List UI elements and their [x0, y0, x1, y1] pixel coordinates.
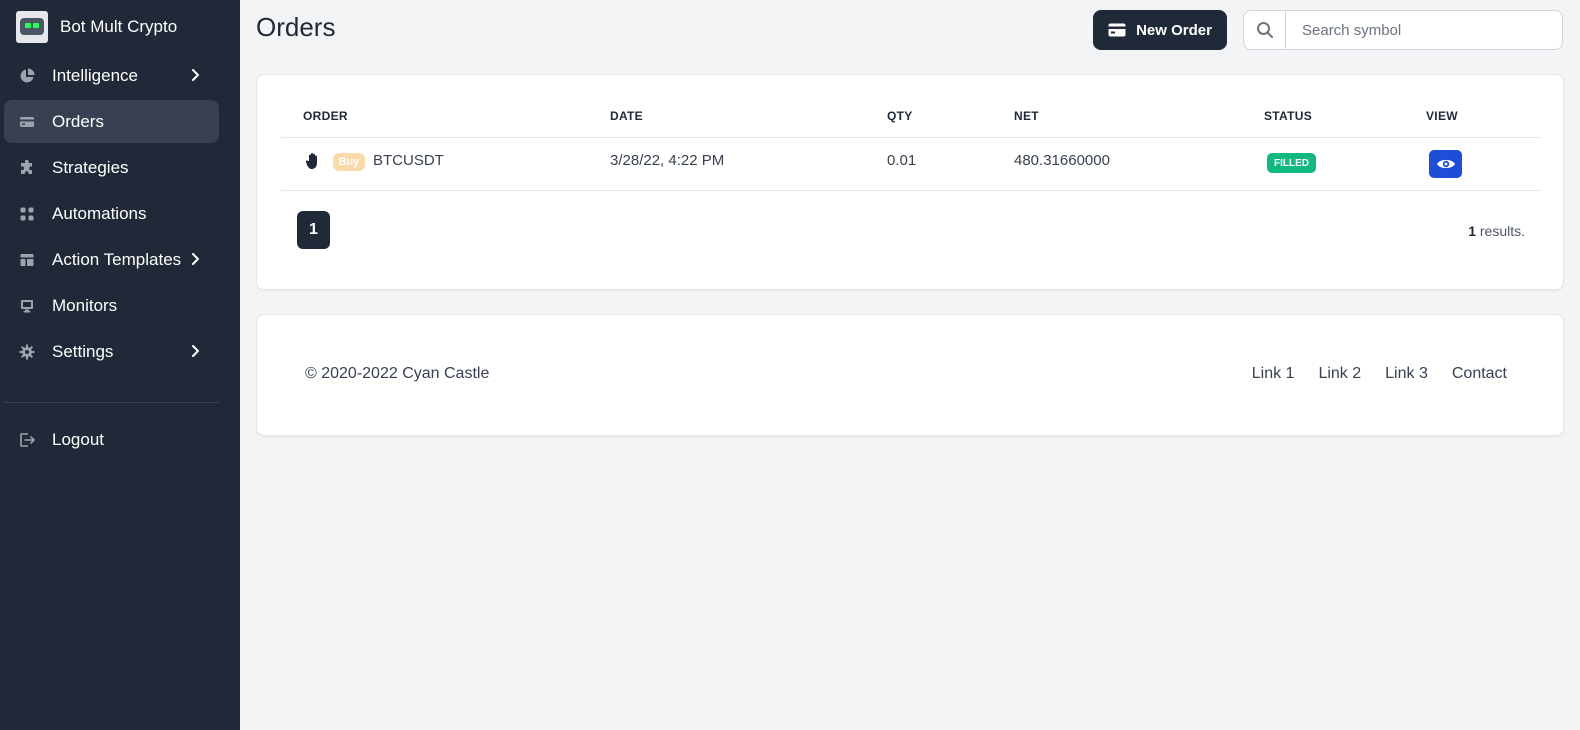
- results-suffix: results.: [1475, 223, 1525, 239]
- pie-chart-icon: [18, 67, 36, 85]
- sidebar-item-logout[interactable]: Logout: [4, 418, 219, 461]
- gear-icon: [18, 343, 36, 361]
- logout-icon: [18, 431, 36, 449]
- app-title: Bot Mult Crypto: [60, 17, 178, 36]
- chevron-right-icon: [187, 67, 203, 83]
- hand-icon: [305, 152, 321, 175]
- column-header-date: DATE: [610, 109, 643, 123]
- chevron-right-icon: [187, 251, 203, 267]
- sidebar-item-label: Intelligence: [52, 65, 139, 85]
- column-header-order: ORDER: [303, 109, 348, 123]
- new-order-label: New Order: [1136, 21, 1212, 39]
- footer-links: Link 1 Link 2 Link 3 Contact: [1228, 365, 1507, 383]
- sidebar-item-label: Action Templates: [52, 249, 182, 269]
- view-order-button[interactable]: [1429, 150, 1462, 178]
- sidebar-item-intelligence[interactable]: Intelligence: [4, 54, 219, 97]
- sidebar-item-strategies[interactable]: Strategies: [4, 146, 219, 189]
- puzzle-icon: [18, 159, 36, 177]
- column-header-status: STATUS: [1264, 109, 1313, 123]
- pagination-page-1[interactable]: 1: [297, 211, 330, 249]
- column-header-net: NET: [1014, 109, 1039, 123]
- footer-link-contact[interactable]: Contact: [1452, 365, 1507, 383]
- side-badge: Buy: [333, 153, 365, 171]
- sidebar-divider: [4, 402, 219, 403]
- column-header-qty: QTY: [887, 109, 913, 123]
- status-badge: FILLED: [1267, 153, 1316, 173]
- sidebar-item-orders[interactable]: Orders: [4, 100, 219, 143]
- footer-card: © 2020-2022 Cyan Castle Link 1 Link 2 Li…: [256, 314, 1564, 436]
- sidebar-item-label: Automations: [52, 203, 147, 223]
- brand[interactable]: Bot Mult Crypto: [16, 10, 177, 44]
- header-divider: [281, 137, 1541, 138]
- sidebar: Bot Mult Crypto Intelligence Orders Stra…: [0, 0, 240, 730]
- logout-label: Logout: [52, 429, 104, 449]
- search-box: [1243, 10, 1563, 50]
- sidebar-item-label: Monitors: [52, 295, 118, 315]
- chevron-right-icon: [187, 343, 203, 359]
- desktop-icon: [18, 297, 36, 315]
- order-date: 3/28/22, 4:22 PM: [610, 152, 725, 169]
- order-qty: 0.01: [887, 152, 917, 169]
- footer-link-2[interactable]: Link 2: [1318, 365, 1361, 383]
- sidebar-item-action-templates[interactable]: Action Templates: [4, 238, 219, 281]
- footer-link-3[interactable]: Link 3: [1385, 365, 1428, 383]
- copyright-text: © 2020-2022 Cyan Castle: [305, 365, 490, 382]
- new-order-button[interactable]: New Order: [1093, 10, 1227, 50]
- robot-logo-icon: [16, 11, 48, 43]
- search-icon[interactable]: [1244, 11, 1286, 49]
- logout-link[interactable]: Logout: [4, 418, 219, 464]
- eye-icon: [1436, 157, 1456, 171]
- sidebar-item-label: Orders: [52, 111, 104, 131]
- search-input[interactable]: [1286, 11, 1562, 49]
- column-header-view: VIEW: [1426, 109, 1458, 123]
- orders-card: ORDER DATE QTY NET STATUS VIEW Buy BTCUS…: [256, 74, 1564, 290]
- sidebar-item-automations[interactable]: Automations: [4, 192, 219, 235]
- grid-icon: [18, 205, 36, 223]
- template-icon: [18, 251, 36, 269]
- page-title: Orders: [256, 12, 336, 42]
- credit-card-icon: [1108, 23, 1126, 37]
- sidebar-item-settings[interactable]: Settings: [4, 330, 219, 373]
- sidebar-item-label: Strategies: [52, 157, 129, 177]
- sidebar-nav: Intelligence Orders Strategies Automatio…: [4, 54, 219, 376]
- results-number: 1: [1468, 223, 1476, 239]
- results-count: 1 results.: [1468, 223, 1525, 239]
- sidebar-item-monitors[interactable]: Monitors: [4, 284, 219, 327]
- sidebar-item-label: Settings: [52, 341, 114, 361]
- order-symbol: BTCUSDT: [373, 152, 444, 169]
- footer-link-1[interactable]: Link 1: [1252, 365, 1295, 383]
- row-divider: [281, 190, 1541, 191]
- credit-card-icon: [18, 113, 36, 131]
- order-net: 480.31660000: [1014, 152, 1110, 169]
